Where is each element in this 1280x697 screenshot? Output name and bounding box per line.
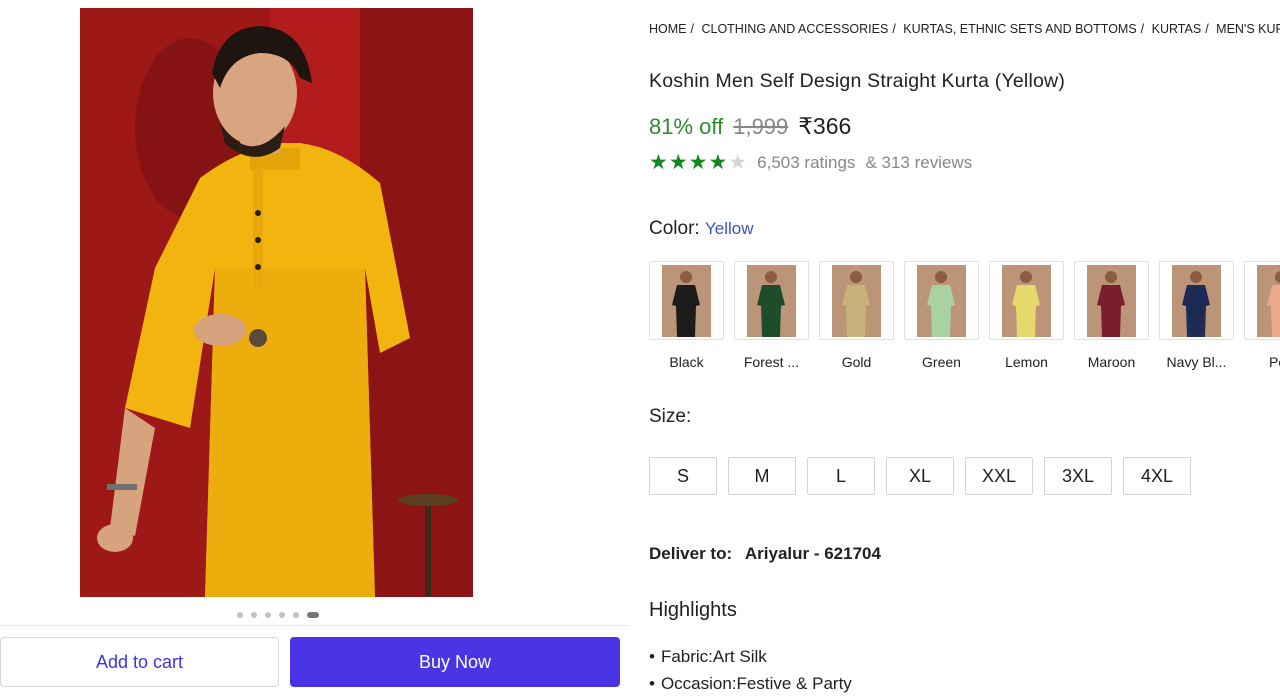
swatch-thumbnail [832, 264, 881, 337]
swatch-thumbnail [662, 264, 711, 337]
product-details: HOME / CLOTHING AND ACCESSORIES / KURTAS, … [649, 0, 1280, 697]
ratings-count[interactable]: 6,503 ratings [757, 153, 855, 173]
swatch-label: Pea [1269, 354, 1280, 370]
star-icon: ★ [688, 151, 708, 174]
color-swatch-navy[interactable]: Navy Bl... [1159, 261, 1234, 370]
swatch-thumbnail [1257, 264, 1280, 337]
color-swatch-maroon[interactable]: Maroon [1074, 261, 1149, 370]
swatch-thumbnail [1087, 264, 1136, 337]
color-swatch-lemon[interactable]: Lemon [989, 261, 1064, 370]
gallery-pagination [237, 612, 319, 618]
kurta-model-illustration [80, 8, 473, 597]
swatch-image [734, 261, 809, 340]
swatch-thumbnail [1172, 264, 1221, 337]
gallery-dot[interactable] [237, 612, 243, 618]
size-option-m[interactable]: M [728, 457, 796, 495]
size-label: Size: [649, 406, 692, 427]
size-option-xl[interactable]: XL [886, 457, 954, 495]
swatch-image [1244, 261, 1280, 340]
selected-color: Yellow [704, 219, 754, 238]
gallery-dot[interactable] [293, 612, 299, 618]
swatch-label: Black [669, 354, 704, 370]
color-label: Color: Yellow [649, 218, 754, 240]
size-option-xxl[interactable]: XXL [965, 457, 1033, 495]
size-option-s[interactable]: S [649, 457, 717, 495]
gallery-dot[interactable] [279, 612, 285, 618]
gallery-dot[interactable] [251, 612, 257, 618]
highlight-item: Fabric:Art Silk [649, 643, 852, 670]
color-swatch-peach[interactable]: Pea [1244, 261, 1280, 370]
swatch-image [989, 261, 1064, 340]
product-main-image[interactable] [80, 8, 473, 597]
breadcrumb-clothing[interactable]: CLOTHING AND ACCESSORIES [701, 22, 888, 36]
product-gallery: Add to cart Buy Now [0, 0, 630, 697]
buy-now-button[interactable]: Buy Now [290, 637, 620, 687]
star-icon: ★ [708, 151, 728, 174]
gallery-dot[interactable] [265, 612, 271, 618]
color-swatches: Black Forest ... Gold Green Lemon Maroon [649, 261, 1280, 370]
swatch-label: Forest ... [743, 354, 800, 370]
size-options: S M L XL XXL 3XL 4XL [649, 457, 1191, 495]
delivery-location[interactable]: Ariyalur - 621704 [745, 544, 881, 563]
color-swatch-gold[interactable]: Gold [819, 261, 894, 370]
swatch-label: Green [922, 354, 961, 370]
highlights-list: Fabric:Art Silk Occasion:Festive & Party [649, 643, 852, 697]
star-empty-icon: ★ [728, 151, 748, 174]
rating-row[interactable]: ★ ★ ★ ★ ★ 6,503 ratings & 313 reviews [649, 152, 972, 173]
highlights-title: Highlights [649, 599, 737, 621]
swatch-label: Maroon [1087, 354, 1136, 370]
size-option-4xl[interactable]: 4XL [1123, 457, 1191, 495]
swatch-image [1074, 261, 1149, 340]
gallery-dot-active[interactable] [307, 612, 319, 618]
divider [0, 625, 630, 626]
selling-price: ₹366 [798, 113, 852, 139]
add-to-cart-button[interactable]: Add to cart [0, 637, 279, 687]
breadcrumb-mens-kurtas[interactable]: MEN'S KURTAS [1216, 22, 1280, 36]
price-row: 81% off 1,999 ₹366 [649, 113, 851, 140]
breadcrumb-kurtas-ethnic[interactable]: KURTAS, ETHNIC SETS AND BOTTOMS [903, 22, 1136, 36]
color-label-text: Color: [649, 218, 700, 239]
star-rating: ★ ★ ★ ★ ★ [649, 152, 747, 173]
swatch-image [1159, 261, 1234, 340]
original-price: 1,999 [733, 114, 789, 139]
swatch-thumbnail [1002, 264, 1051, 337]
color-swatch-forest[interactable]: Forest ... [734, 261, 809, 370]
breadcrumb-home[interactable]: HOME [649, 22, 687, 36]
reviews-count[interactable]: & 313 reviews [865, 153, 972, 173]
swatch-thumbnail [747, 264, 796, 337]
swatch-label: Navy Bl... [1166, 354, 1227, 370]
swatch-thumbnail [917, 264, 966, 337]
discount-percent: 81% off [649, 114, 724, 139]
swatch-image [819, 261, 894, 340]
delivery-label: Deliver to: [649, 544, 733, 563]
product-title: Koshin Men Self Design Straight Kurta (Y… [649, 70, 1066, 92]
size-option-l[interactable]: L [807, 457, 875, 495]
size-option-3xl[interactable]: 3XL [1044, 457, 1112, 495]
delivery-info[interactable]: Deliver to: Ariyalur - 621704 [649, 544, 881, 564]
star-icon: ★ [649, 151, 668, 174]
swatch-image [904, 261, 979, 340]
star-icon: ★ [668, 151, 688, 174]
breadcrumb-kurtas[interactable]: KURTAS [1152, 22, 1202, 36]
color-swatch-black[interactable]: Black [649, 261, 724, 370]
swatch-label: Gold [841, 354, 872, 370]
swatch-image [649, 261, 724, 340]
swatch-label: Lemon [1005, 354, 1048, 370]
breadcrumb: HOME / CLOTHING AND ACCESSORIES / KURTAS, … [649, 22, 1280, 36]
color-swatch-green[interactable]: Green [904, 261, 979, 370]
product-page: Add to cart Buy Now HOME / CLOTHING AND A… [0, 0, 1280, 697]
highlight-item: Occasion:Festive & Party [649, 670, 852, 697]
